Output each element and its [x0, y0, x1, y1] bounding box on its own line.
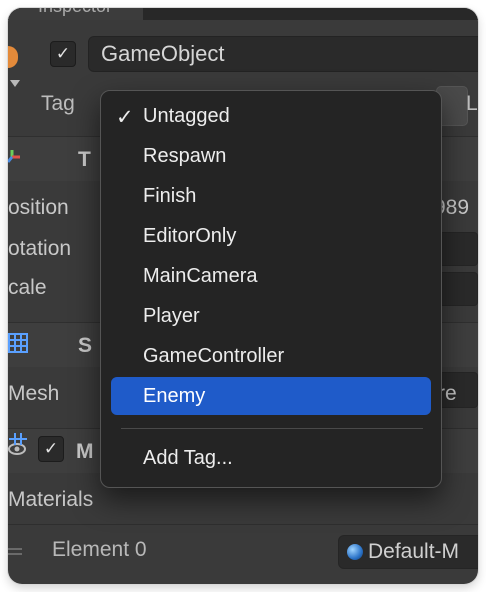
tag-option-gamecontroller[interactable]: GameController [111, 337, 431, 375]
material-field[interactable]: Default-M [338, 535, 478, 569]
tag-option-editoronly[interactable]: EditorOnly [111, 217, 431, 255]
object-name-value: GameObject [101, 41, 225, 66]
tag-option-finish[interactable]: Finish [111, 177, 431, 215]
checkmark-icon: ✓ [43, 439, 59, 458]
material-value: Default-M [368, 540, 460, 563]
tag-option-player[interactable]: Player [111, 297, 431, 335]
renderer-enabled-checkbox[interactable]: ✓ [38, 436, 64, 462]
chevron-down-icon[interactable] [10, 80, 20, 87]
menu-separator [121, 428, 423, 429]
object-name-field[interactable]: GameObject [88, 36, 478, 72]
gameobject-icon [8, 46, 18, 68]
add-tag-menu-item[interactable]: Add Tag... [111, 439, 431, 477]
tag-option-respawn[interactable]: Respawn [111, 137, 431, 175]
inspector-window: Inspector ✓ GameObject Tag L T osition 9… [8, 8, 478, 584]
tag-option-maincamera[interactable]: MainCamera [111, 257, 431, 295]
mesh-filter-title: S [78, 334, 93, 357]
active-checkbox[interactable]: ✓ [50, 41, 76, 67]
material-sphere-icon [347, 544, 363, 560]
transform-icon [8, 148, 22, 172]
window-title: Inspector [38, 8, 112, 17]
materials-foldout[interactable]: Materials [8, 488, 93, 512]
tag-option-untagged[interactable]: Untagged [111, 97, 431, 135]
drag-handle-icon[interactable] [8, 548, 22, 558]
tag-option-enemy[interactable]: Enemy [111, 377, 431, 415]
mesh-renderer-title: M [76, 440, 94, 463]
rotation-label: otation [8, 237, 72, 260]
position-label: osition [8, 196, 69, 219]
element-label: Element 0 [52, 538, 147, 561]
mesh-label: Mesh [8, 382, 60, 405]
materials-divider [8, 524, 478, 525]
checkmark-icon: ✓ [55, 44, 71, 63]
mesh-filter-icon [8, 333, 28, 353]
layer-label: L [466, 92, 478, 115]
tag-dropdown-menu: ✓ Untagged Respawn Finish EditorOnly Mai… [100, 90, 442, 488]
mesh-renderer-icon [8, 432, 28, 445]
transform-title: T [78, 148, 91, 171]
scale-label: cale [8, 276, 47, 299]
tag-label: Tag [41, 92, 75, 115]
